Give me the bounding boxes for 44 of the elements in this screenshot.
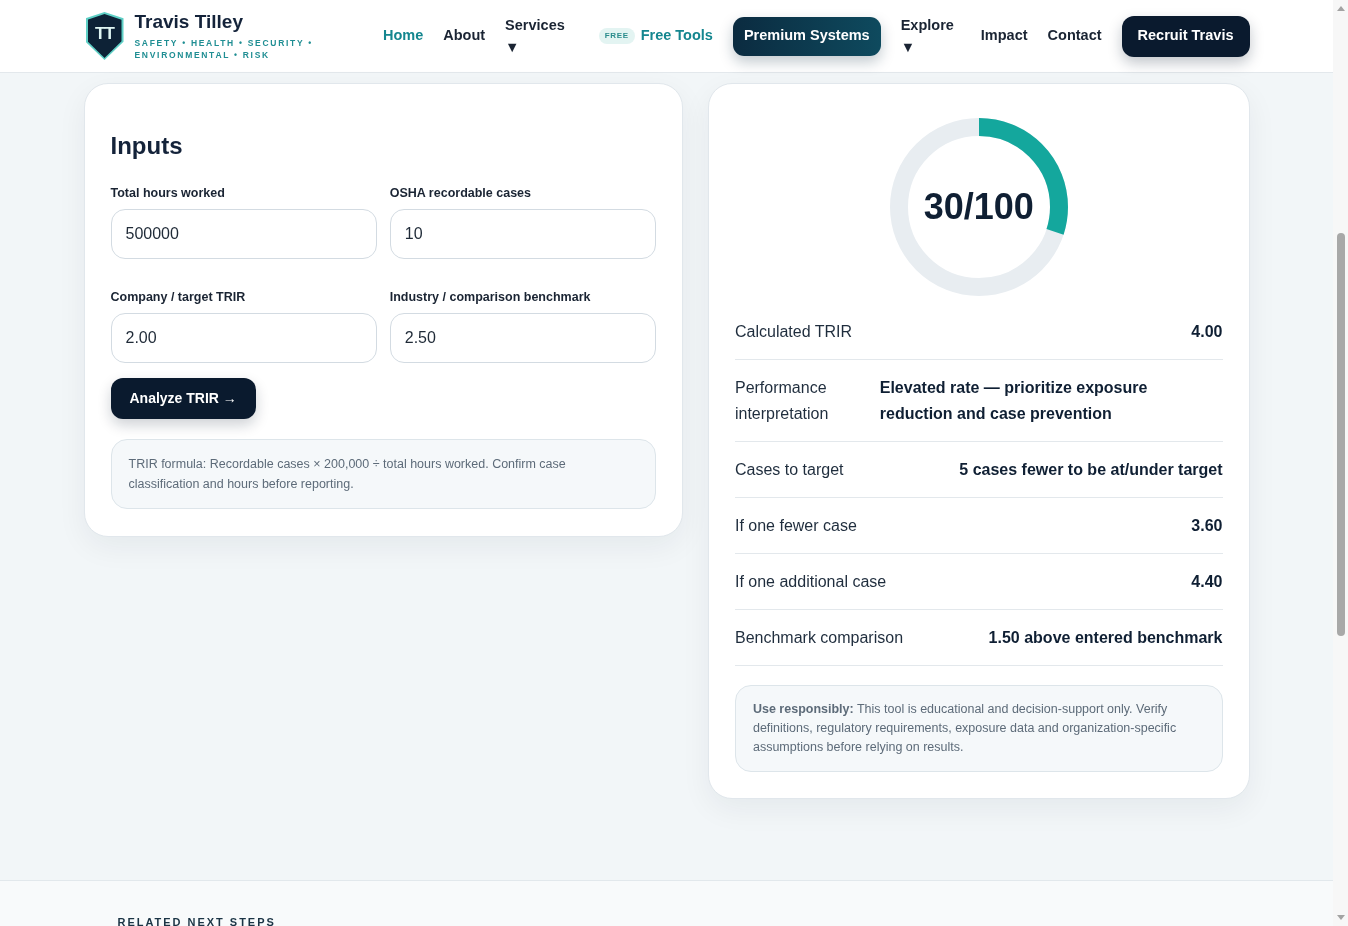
result-label: If one fewer case (734, 515, 857, 536)
scroll-up-icon[interactable] (1337, 6, 1345, 11)
nav-link[interactable]: Home (382, 25, 424, 47)
free-badge: FREE (598, 28, 635, 44)
recruit-button[interactable]: Recruit Travis (1121, 15, 1250, 57)
result-label: Performance interpretation (734, 377, 830, 424)
number-input[interactable]: 2.50 (389, 313, 656, 363)
scroll-down-icon[interactable] (1337, 915, 1345, 920)
logo-badge: TT (85, 12, 124, 60)
number-input[interactable]: 10 (389, 209, 656, 259)
result-label: Calculated TRIR (734, 321, 853, 342)
result-label: Benchmark comparison (734, 627, 904, 648)
field-label: OSHA recordable cases (389, 185, 532, 201)
nav-dropdown[interactable]: Services ▼ (505, 14, 572, 58)
premium-button[interactable]: Premium Systems (732, 16, 881, 56)
result-value: 4.40 (1191, 571, 1223, 592)
site-tagline: SAFETY • HEALTH • SECURITY • (134, 37, 313, 49)
number-input[interactable]: 2.00 (110, 313, 377, 363)
card-heading: Inputs (110, 132, 184, 160)
score-value: 30/100 (923, 187, 1034, 227)
scrollbar-thumb[interactable] (1337, 233, 1345, 636)
result-value: 3.60 (1191, 515, 1223, 536)
number-input[interactable]: 500000 (110, 209, 377, 259)
analyze-button[interactable]: Analyze TRIR → (110, 378, 256, 419)
result-value: 4.00 (1191, 321, 1223, 342)
result-value: 1.50 above entered benchmark (988, 627, 1223, 648)
result-value: Elevated rate — prioritize exposure reduction and case prevention (879, 377, 1149, 424)
disclaimer-note: Use responsibly: This tool is educational and decision-support only. Verify definitions, regulatory requirements, exposure data and organization-specific assumptions before relying on results. (734, 685, 1223, 772)
nav-dropdown[interactable]: Explore ▼ (900, 14, 961, 58)
formula-note: TRIR formula: Recordable cases × 200,000 ÷ total hours worked. Confirm case classification and hours before reporting. (110, 439, 656, 509)
nav-link[interactable]: Impact (980, 25, 1028, 47)
result-label: If one additional case (734, 571, 887, 592)
field-label: Company / target TRIR (110, 289, 247, 305)
result-value: 5 cases fewer to be at/under target (959, 459, 1223, 480)
nav-link[interactable]: About (443, 25, 486, 47)
nav-link[interactable]: Contact (1047, 25, 1102, 47)
section-heading: RELATED NEXT STEPS (117, 916, 276, 926)
field-label: Industry / comparison benchmark (389, 289, 592, 305)
site-title: Travis Tilley (134, 11, 244, 33)
scrollbar-track[interactable] (1333, 0, 1348, 926)
field-label: Total hours worked (110, 185, 226, 201)
site-tagline: ENVIRONMENTAL • RISK (134, 49, 271, 61)
result-label: Cases to target (734, 459, 844, 480)
nav-link[interactable]: FREE Free Tools (591, 25, 713, 47)
